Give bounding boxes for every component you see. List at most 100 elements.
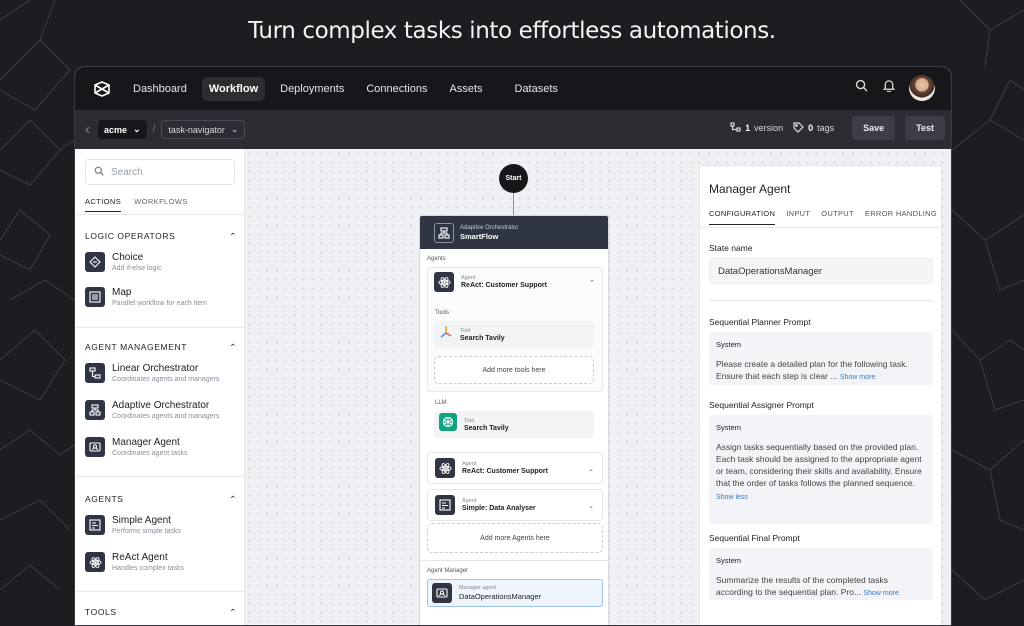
show-more-link[interactable]: Show more xyxy=(840,374,875,381)
tags-indicator[interactable]: 0 tags xyxy=(793,121,835,135)
nav-deployments[interactable]: Deployments xyxy=(273,77,351,101)
llm-card-search-tavily[interactable]: Tool Search Tavily xyxy=(434,411,594,438)
marketing-headline: Turn complex tasks into effortless autom… xyxy=(248,18,776,44)
tag-label: tags xyxy=(817,123,835,133)
item-description: Handles complex tasks xyxy=(112,565,184,572)
chevron-down-icon[interactable]: ⌄ xyxy=(588,465,594,473)
org-selector[interactable]: acme ⌄ xyxy=(98,120,147,139)
agent-manager-label: Agent Manager xyxy=(427,568,469,574)
prompt-text: Assign tasks sequentially based on the p… xyxy=(716,442,922,488)
agent-name: Simple: Data Analyser xyxy=(462,505,536,512)
search-icon[interactable] xyxy=(855,79,868,97)
nav-connections[interactable]: Connections xyxy=(359,77,434,101)
action-item-choice[interactable]: Choice Add if-else logic xyxy=(85,252,240,272)
workflow-toolbar: ‹ acme ⌄ / task-navigator ⌄ 1 version 0 tags… xyxy=(75,110,951,149)
state-name-field[interactable]: DataOperationsManager xyxy=(709,258,933,284)
chevron-up-icon: ⌃ xyxy=(229,231,237,241)
state-name-label: State name xyxy=(709,243,753,253)
project-name: task-navigator xyxy=(168,124,225,135)
item-description: Coordinates agents and managers xyxy=(112,376,220,383)
item-name: Simple Agent xyxy=(112,515,171,526)
orchestrator-node[interactable]: Adaptive Orchestrator SmartFlow Agents Ag… xyxy=(419,215,609,625)
item-name: Linear Orchestrator xyxy=(112,363,199,374)
section-title: AGENTS xyxy=(85,494,124,504)
tavily-icon xyxy=(439,325,453,344)
show-more-link[interactable]: Show more xyxy=(863,590,898,597)
agent-card-react-customer-support-2[interactable]: Agent ReAct: Customer Support ⌄ xyxy=(427,452,603,484)
start-node[interactable]: Start xyxy=(499,164,528,193)
back-chevron-icon[interactable]: ‹ xyxy=(85,121,90,138)
nav-datasets[interactable]: Datasets xyxy=(508,77,565,101)
add-tools-dropzone[interactable]: Add more tools here xyxy=(434,356,594,384)
app-logo-icon[interactable] xyxy=(92,79,112,99)
project-selector[interactable]: task-navigator ⌄ xyxy=(161,120,246,139)
divider xyxy=(75,214,245,215)
tools-label: Tools xyxy=(435,310,450,316)
section-title: AGENT MANAGEMENT xyxy=(85,342,188,352)
assigner-prompt-box[interactable]: System Assign tasks sequentially based o… xyxy=(709,415,933,524)
panel-title: Manager Agent xyxy=(709,182,791,196)
planner-prompt-label: Sequential Planner Prompt xyxy=(709,317,811,327)
save-button[interactable]: Save xyxy=(852,116,896,140)
divider xyxy=(75,476,245,477)
item-name: Adaptive Orchestrator xyxy=(112,400,210,411)
agent-card-react-customer-support[interactable]: Agent ReAct: Customer Support ⌃ xyxy=(427,267,603,297)
section-header-agents[interactable]: AGENTS ⌃ xyxy=(85,494,237,505)
chevron-down-icon[interactable]: ⌄ xyxy=(588,502,594,510)
version-indicator[interactable]: 1 version xyxy=(730,122,783,134)
manager-agent-icon xyxy=(432,583,452,603)
action-item-adaptive-orchestrator[interactable]: Adaptive Orchestrator Coordinates agents … xyxy=(85,400,240,420)
item-description: Coordinates agents and managers xyxy=(112,413,220,420)
action-item-simple-agent[interactable]: Simple Agent Performs simple tasks xyxy=(85,515,240,535)
orchestrator-type: Adaptive Orchestrator xyxy=(460,224,519,231)
action-item-react-agent[interactable]: ReAct Agent Handles complex tasks xyxy=(85,552,240,572)
manager-card-dataoperationsmanager[interactable]: Manager agent DataOperationsManager xyxy=(427,579,603,607)
final-prompt-label: Sequential Final Prompt xyxy=(709,533,800,543)
section-title: LOGIC OPERATORS xyxy=(85,231,176,241)
nav-dashboard[interactable]: Dashboard xyxy=(126,77,194,101)
tool-type: Tool xyxy=(464,417,475,424)
action-item-linear-orchestrator[interactable]: Linear Orchestrator Coordinates agents an… xyxy=(85,363,240,383)
nav-workflow[interactable]: Workflow xyxy=(201,76,266,101)
prompt-role: System xyxy=(716,340,742,349)
tool-name: Search Tavily xyxy=(464,424,509,432)
tool-type: Tool xyxy=(460,327,471,334)
workflow-canvas[interactable]: Start Adaptive Orchestrator SmartFlow Age… xyxy=(245,149,951,625)
react-agent-icon xyxy=(435,458,455,478)
chevron-up-icon[interactable]: ⌃ xyxy=(589,279,595,287)
search-input[interactable]: Search xyxy=(85,159,235,185)
tab-actions[interactable]: ACTIONS xyxy=(85,197,122,212)
tag-icon xyxy=(793,121,804,135)
divider xyxy=(709,300,933,301)
agent-card-simple-data-analyser[interactable]: Agent Simple: Data Analyser ⌄ xyxy=(427,489,603,521)
tab-workflows[interactable]: WORKFLOWS xyxy=(134,197,188,212)
section-header-logic-operators[interactable]: LOGIC OPERATORS ⌃ xyxy=(85,231,237,242)
action-item-map[interactable]: Map Parallel workflow for each item xyxy=(85,287,240,307)
tab-configuration[interactable]: CONFIGURATION xyxy=(709,209,776,225)
bell-icon[interactable] xyxy=(882,79,896,97)
react-agent-icon xyxy=(85,552,105,572)
prompt-role: System xyxy=(716,556,742,565)
action-item-manager-agent[interactable]: Manager Agent Coordinates agent tasks xyxy=(85,437,240,457)
react-agent-icon xyxy=(434,272,454,292)
user-avatar[interactable] xyxy=(909,75,935,101)
tab-output[interactable]: OUTPUT xyxy=(821,209,854,225)
add-agents-dropzone[interactable]: Add more Agents here xyxy=(427,523,603,553)
llm-label: LLM xyxy=(435,400,447,406)
agent-type: Agent xyxy=(462,461,477,467)
tab-error-handling[interactable]: ERROR HANDLING xyxy=(865,209,937,225)
nav-assets[interactable]: Assets xyxy=(442,77,489,101)
tool-card-search-tavily[interactable]: Tool Search Tavily xyxy=(434,321,594,348)
section-header-agent-management[interactable]: AGENT MANAGEMENT ⌃ xyxy=(85,342,237,353)
tab-input[interactable]: INPUT xyxy=(786,209,810,225)
divider xyxy=(75,327,245,328)
final-prompt-box[interactable]: System Summarize the results of the comp… xyxy=(709,548,933,600)
item-description: Coordinates agent tasks xyxy=(112,450,188,457)
test-button[interactable]: Test xyxy=(905,116,945,140)
simple-agent-icon xyxy=(85,515,105,535)
planner-prompt-box[interactable]: System Please create a detailed plan for… xyxy=(709,332,933,385)
manager-name: DataOperationsManager xyxy=(459,592,542,601)
agent-name: ReAct: Customer Support xyxy=(461,282,547,289)
orchestrator-name: SmartFlow xyxy=(460,231,499,241)
show-less-link[interactable]: Show less xyxy=(716,494,926,501)
